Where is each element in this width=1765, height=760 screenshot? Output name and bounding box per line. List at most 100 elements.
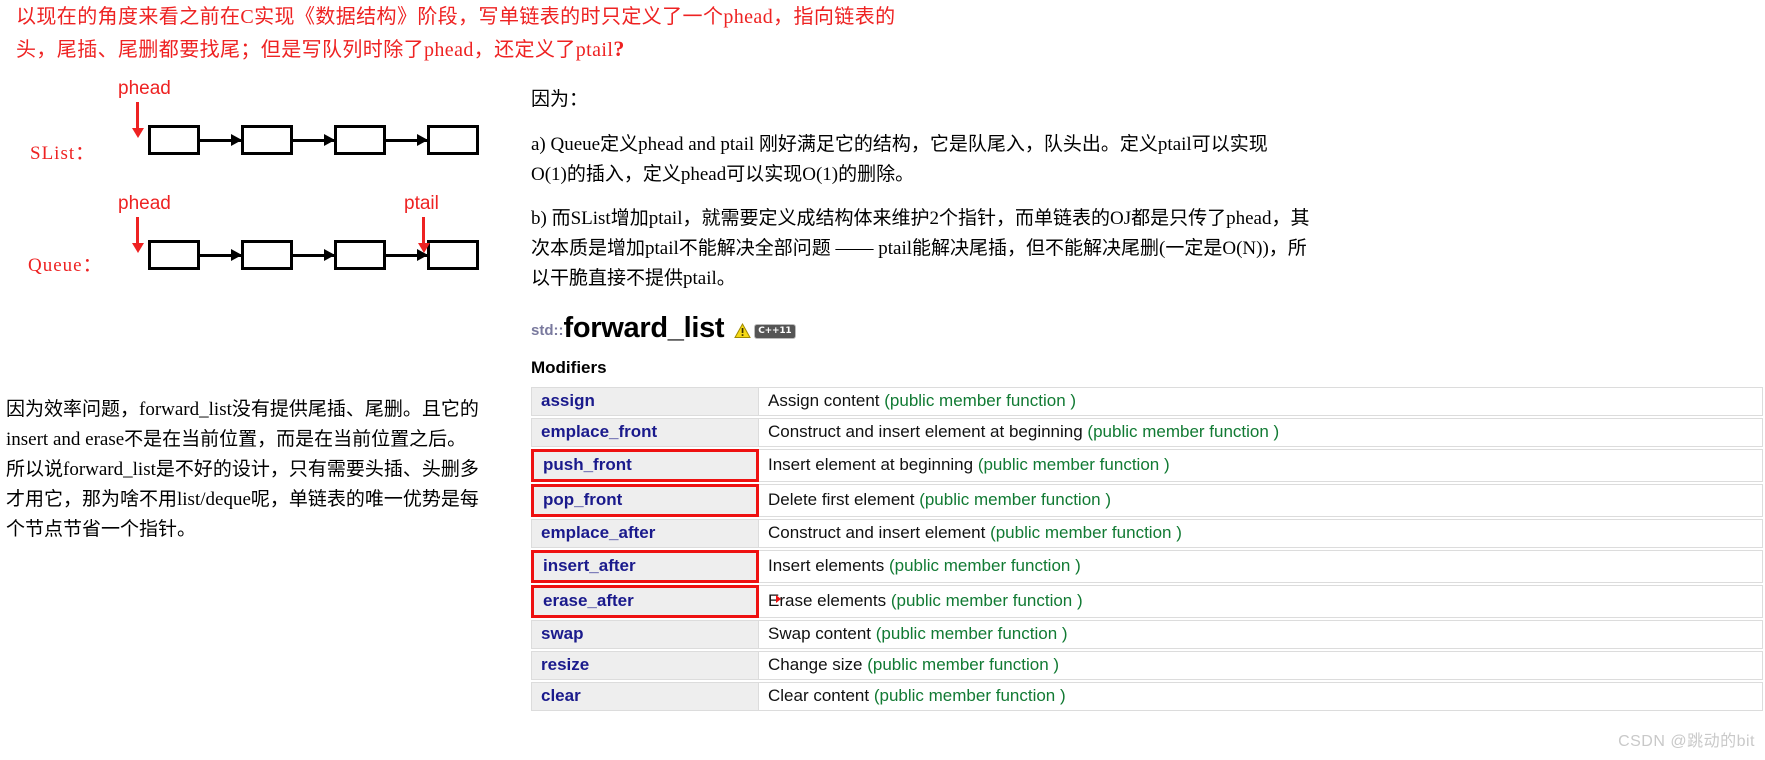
member-desc-erase-after: Erase elements (public member function ) (759, 585, 1763, 618)
member-link-assign[interactable]: assign (531, 387, 759, 416)
top-note-line-1: 以现在的角度来看之前在C实现《数据结构》阶段，写单链表的时只定义了一个phead… (16, 6, 896, 28)
desc-kind: (public member function ) (1087, 422, 1280, 441)
reason-b-line-2: 次本质是增加ptail不能解决全部问题 —— ptail能解决尾插，但不能解决尾… (531, 238, 1307, 259)
member-desc-emplace-after: Construct and insert element (public mem… (759, 519, 1763, 548)
modifiers-table: assign Assign content (public member fun… (531, 385, 1763, 713)
slist-node-3 (334, 125, 386, 155)
member-desc-clear: Clear content (public member function ) (759, 682, 1763, 711)
csdn-watermark: CSDN @跳动的bit (1618, 733, 1755, 750)
left-note-line-4: 才用它，那为啥不用list/deque呢，单链表的唯一优势是每 (6, 489, 479, 510)
api-class-name: forward_list (563, 312, 725, 344)
down-arrow-icon (131, 217, 144, 253)
slist-node-4 (427, 125, 479, 155)
down-arrow-icon (131, 102, 144, 138)
member-desc-resize: Change size (public member function ) (759, 651, 1763, 680)
table-row[interactable]: pop_front Delete first element (public m… (531, 484, 1763, 517)
table-row[interactable]: push_front Insert element at beginning (… (531, 449, 1763, 482)
desc-text: Construct and insert element at beginnin… (768, 422, 1088, 441)
reason-paragraph-b: b) 而SList增加ptail，就需要定义成结构体来维护2个指针，而单链表的O… (531, 204, 1361, 294)
desc-text: Delete first element (768, 490, 920, 509)
member-desc-insert-after: Insert elements (public member function … (759, 550, 1763, 583)
desc-text: Swap content (768, 624, 876, 643)
linked-list-diagram: SList： Queue： phead phead ptail (0, 70, 520, 300)
text-cursor-icon (776, 595, 781, 603)
slist-phead-label: phead (118, 78, 171, 99)
reason-a-line-2: O(1)的插入，定义phead可以实现O(1)的删除。 (531, 164, 915, 185)
table-row[interactable]: insert_after Insert elements (public mem… (531, 550, 1763, 583)
queue-phead-label: phead (118, 193, 171, 214)
top-note-line-2-text: 头，尾插、尾删都要找尾；但是写队列时除了phead，还定义了ptail (16, 39, 614, 61)
reason-a-line-1: a) Queue定义phead and ptail 刚好满足它的结构，它是队尾入… (531, 134, 1268, 155)
table-row[interactable]: emplace_front Construct and insert eleme… (531, 418, 1763, 447)
api-namespace: std:: (531, 322, 564, 339)
desc-text: Clear content (768, 686, 874, 705)
member-link-push-front[interactable]: push_front (531, 449, 759, 482)
slist-arrow-3 (386, 134, 428, 146)
queue-node-2 (241, 240, 293, 270)
desc-text: Insert elements (768, 556, 889, 575)
desc-kind: (public member function ) (977, 455, 1170, 474)
question-mark: ? (613, 36, 625, 61)
slist-arrow-2 (293, 134, 335, 146)
desc-kind: (public member function ) (919, 490, 1111, 509)
desc-kind: (public member function ) (873, 686, 1066, 705)
left-annotation-note: 因为效率问题，forward_list没有提供尾插、尾删。且它的 insert … (6, 395, 531, 545)
modifiers-section-title: Modifiers (531, 358, 607, 377)
table-row[interactable]: erase_after Erase elements (public membe… (531, 585, 1763, 618)
member-link-pop-front[interactable]: pop_front (531, 484, 759, 517)
member-link-insert-after[interactable]: insert_after (531, 550, 759, 583)
reason-b-line-3: 以干脆直接不提供ptail。 (531, 268, 736, 289)
member-link-swap[interactable]: swap (531, 620, 759, 649)
desc-kind: (public member function ) (990, 523, 1182, 542)
left-note-line-1: 因为效率问题，forward_list没有提供尾插、尾删。且它的 (6, 399, 479, 420)
member-desc-assign: Assign content (public member function ) (759, 387, 1763, 416)
queue-ptail-label: ptail (404, 193, 439, 214)
member-desc-push-front: Insert element at beginning (public memb… (759, 449, 1763, 482)
desc-text: Assign content (768, 391, 885, 410)
left-note-line-2: insert and erase不是在当前位置，而是在当前位置之后。 (6, 429, 467, 450)
desc-text: Erase elements (768, 591, 891, 610)
queue-node-3 (334, 240, 386, 270)
desc-kind: (public member function ) (884, 391, 1077, 410)
desc-kind: (public member function ) (875, 624, 1068, 643)
right-content-column: 因为： a) Queue定义phead and ptail 刚好满足它的结构，它… (531, 86, 1765, 713)
queue-arrow-3 (386, 249, 428, 261)
queue-phead-pointer: phead (118, 193, 171, 253)
table-row[interactable]: swap Swap content (public member functio… (531, 620, 1763, 649)
member-link-resize[interactable]: resize (531, 651, 759, 680)
api-page-title: std:: forward_list C++11 (531, 308, 1765, 344)
slist-node-2 (241, 125, 293, 155)
member-desc-swap: Swap content (public member function ) (759, 620, 1763, 649)
desc-kind: (public member function ) (867, 655, 1060, 674)
member-link-erase-after[interactable]: erase_after (531, 585, 759, 618)
desc-text: Construct and insert element (768, 523, 991, 542)
desc-text: Change size (768, 655, 868, 674)
queue-row-label: Queue： (28, 255, 103, 276)
slist-arrow-1 (200, 134, 242, 146)
top-annotation-note: 以现在的角度来看之前在C实现《数据结构》阶段，写单链表的时只定义了一个phead… (16, 2, 1196, 66)
member-desc-pop-front: Delete first element (public member func… (759, 484, 1763, 517)
slist-row-label: SList： (30, 143, 96, 164)
queue-ptail-pointer: ptail (404, 193, 439, 253)
queue-node-4 (427, 240, 479, 270)
table-row[interactable]: clear Clear content (public member funct… (531, 682, 1763, 711)
member-link-emplace-front[interactable]: emplace_front (531, 418, 759, 447)
member-link-clear[interactable]: clear (531, 682, 759, 711)
queue-arrow-2 (293, 249, 335, 261)
slist-node-chain (148, 125, 479, 155)
cpp11-badge-label: C++11 (754, 323, 796, 339)
table-row[interactable]: assign Assign content (public member fun… (531, 387, 1763, 416)
left-note-line-5: 个节点节省一个指针。 (6, 519, 197, 540)
desc-kind: (public member function ) (888, 556, 1081, 575)
queue-node-1 (148, 240, 200, 270)
modifiers-table-body: assign Assign content (public member fun… (531, 387, 1763, 711)
warning-triangle-icon (734, 323, 752, 338)
table-row[interactable]: resize Change size (public member functi… (531, 651, 1763, 680)
down-arrow-icon (417, 217, 430, 253)
left-note-line-3: 所以说forward_list是不好的设计，只有需要头插、头删多 (6, 459, 479, 480)
member-desc-emplace-front: Construct and insert element at beginnin… (759, 418, 1763, 447)
table-row[interactable]: emplace_after Construct and insert eleme… (531, 519, 1763, 548)
member-link-emplace-after[interactable]: emplace_after (531, 519, 759, 548)
reason-heading: 因为： (531, 89, 589, 110)
slist-phead-pointer: phead (118, 78, 171, 138)
